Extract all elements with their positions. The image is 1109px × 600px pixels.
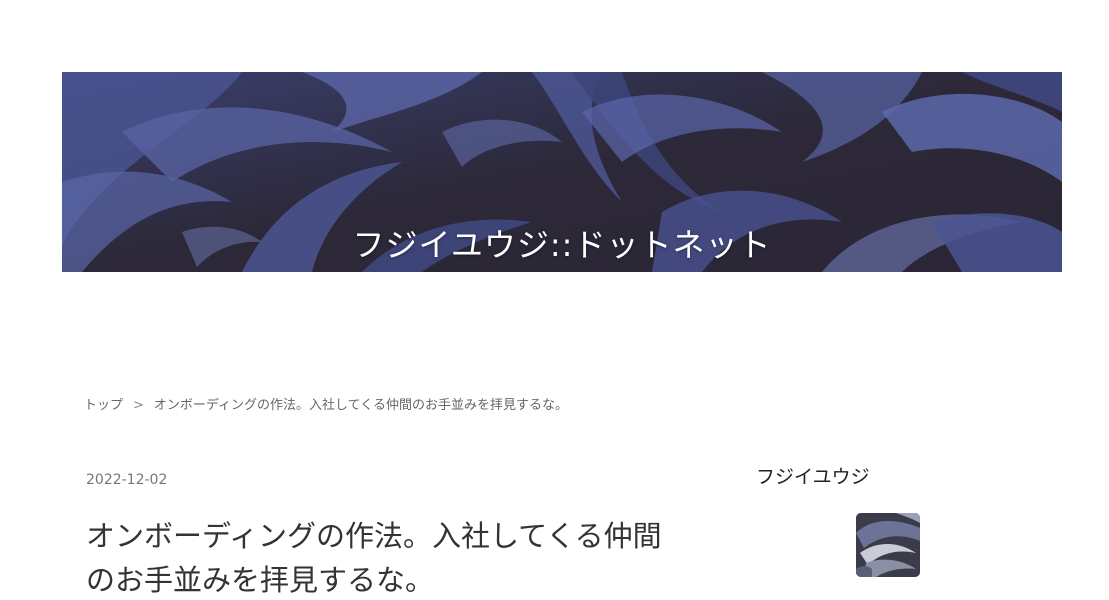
breadcrumb: トップ > オンボーディングの作法。入社してくる仲間のお手並みを拝見するな。 [84, 394, 568, 413]
breadcrumb-current: オンボーディングの作法。入社してくる仲間のお手並みを拝見するな。 [153, 398, 568, 413]
post-date: 2022-12-02 [86, 472, 168, 488]
breadcrumb-home-link[interactable]: トップ [84, 398, 123, 413]
post-title: オンボーディングの作法。入社してくる仲間のお手並みを拝見するな。 [86, 519, 662, 597]
sidebar-author-name: フジイユウジ [756, 466, 870, 488]
author-avatar[interactable] [856, 513, 920, 577]
page: フジイユウジ::ドットネット トップ > オンボーディングの作法。入社してくる仲間の… [0, 0, 1109, 600]
author-avatar-pattern-icon [856, 513, 920, 577]
site-title-link[interactable]: フジイユウジ::ドットネット [62, 220, 1062, 266]
site-header-banner: フジイユウジ::ドットネット [62, 72, 1062, 272]
breadcrumb-separator: > [133, 398, 144, 413]
